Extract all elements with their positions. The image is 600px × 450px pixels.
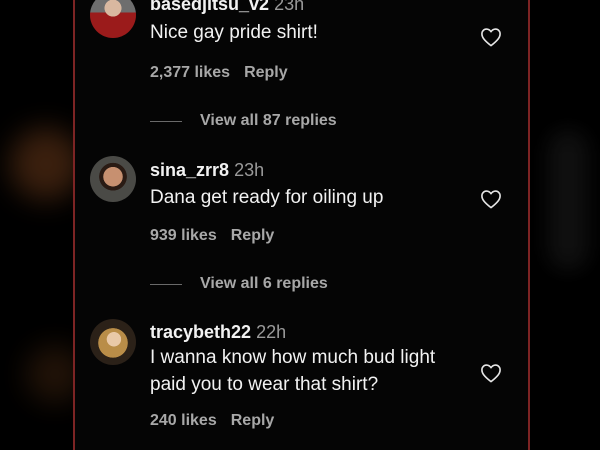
blurred-background-shape [548,130,588,270]
comment-header: basedjitsu_v2 23h [150,0,304,15]
heart-outline-icon [481,28,501,47]
comment-meta: 939 likes Reply [150,227,274,245]
comment-timestamp: 23h [234,160,265,180]
avatar[interactable] [90,0,136,38]
comment-username[interactable]: basedjitsu_v2 [150,0,269,14]
like-button[interactable] [480,189,502,209]
video-background: basedjitsu_v2 23h Nice gay pride shirt! 2… [0,0,600,450]
comment-username[interactable]: tracybeth22 [150,322,251,342]
reply-button[interactable]: Reply [231,412,275,429]
like-count[interactable]: 939 likes [150,227,217,244]
reply-button[interactable]: Reply [231,227,275,244]
divider-line [150,283,182,285]
view-replies-label: View all 87 replies [200,112,337,129]
like-count[interactable]: 240 likes [150,412,217,429]
comment-text: Nice gay pride shirt! [150,22,318,43]
comment-timestamp: 22h [256,322,287,342]
blurred-background-light [10,128,82,200]
heart-outline-icon [481,364,501,383]
view-replies-label: View all 6 replies [200,275,328,292]
comments-panel[interactable]: basedjitsu_v2 23h Nice gay pride shirt! 2… [73,0,530,450]
comment-text: Dana get ready for oiling up [150,187,384,208]
reply-button[interactable]: Reply [244,64,288,81]
heart-outline-icon [481,190,501,209]
like-button[interactable] [480,363,502,383]
view-replies-button[interactable]: View all 87 replies [150,110,337,132]
comment-timestamp: 23h [274,0,305,14]
comment-header: sina_zrr8 23h [150,160,264,181]
comment-text: I wanna know how much bud light paid you… [150,347,436,395]
comment-meta: 240 likes Reply [150,412,274,430]
divider-line [150,120,182,122]
comment-username[interactable]: sina_zrr8 [150,160,229,180]
avatar[interactable] [90,319,136,365]
like-count[interactable]: 2,377 likes [150,64,230,81]
view-replies-button[interactable]: View all 6 replies [150,273,328,295]
comment-meta: 2,377 likes Reply [150,64,288,82]
avatar[interactable] [90,156,136,202]
like-button[interactable] [480,27,502,47]
comment-header: tracybeth22 22h [150,322,286,343]
